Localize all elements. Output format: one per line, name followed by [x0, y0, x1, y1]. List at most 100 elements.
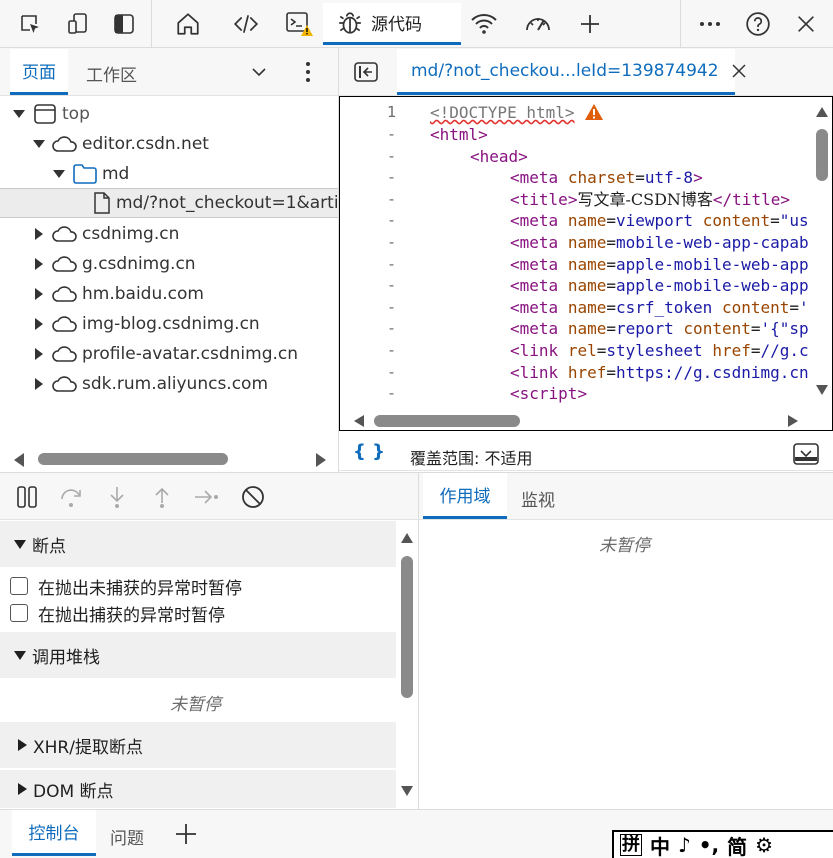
editor-horizontal-scrollbar[interactable] — [374, 415, 520, 427]
navigator-scrollbar[interactable] — [38, 453, 228, 465]
frame-icon — [32, 103, 58, 125]
ime-moon-icon[interactable]: ♪ — [678, 833, 691, 857]
collapse-arrow-icon[interactable] — [32, 257, 46, 271]
pause-uncaught-row[interactable]: 在抛出未捕获的异常时暂停 — [10, 574, 242, 599]
hscroll-right-arrow-icon[interactable] — [788, 415, 798, 427]
tree-item-md-folder[interactable]: md — [0, 159, 338, 189]
tree-item-g-csdnimg[interactable]: g.csdnimg.cn — [0, 249, 338, 279]
console-icon[interactable] — [284, 8, 316, 40]
collapse-arrow-icon[interactable] — [32, 377, 46, 391]
scroll-up-arrow-icon[interactable] — [816, 107, 828, 117]
code-line-13: <link href=https://g.csdnimg.cn — [510, 363, 809, 382]
collapse-arrow-icon[interactable] — [32, 347, 46, 361]
tree-item-top[interactable]: top — [0, 99, 338, 129]
sidebar-scroll-up-icon[interactable] — [401, 533, 413, 543]
close-devtools-icon[interactable] — [790, 8, 822, 40]
tab-scope[interactable]: 作用域 — [423, 473, 507, 519]
pause-icon[interactable] — [13, 483, 41, 511]
breakpoints-title: 断点 — [32, 536, 66, 557]
tree-item-img-blog[interactable]: img-blog.csdnimg.cn — [0, 309, 338, 339]
tab-sources[interactable]: 源代码 — [323, 3, 461, 45]
collapse-arrow-icon[interactable] — [32, 287, 46, 301]
help-icon[interactable] — [742, 8, 774, 40]
navigator-more-icon[interactable] — [298, 60, 318, 84]
cloud-icon — [52, 313, 78, 335]
performance-gauge-icon[interactable] — [522, 8, 554, 40]
device-emulation-icon[interactable] — [62, 8, 94, 40]
expand-arrow-icon[interactable] — [32, 137, 46, 151]
scroll-right-arrow-icon[interactable] — [316, 453, 326, 467]
add-drawer-tab-icon[interactable] — [174, 822, 198, 846]
tree-item-selected-file[interactable]: md/?not_checkout=1&artic — [0, 188, 338, 218]
step-out-icon[interactable] — [148, 483, 176, 511]
pretty-print-button[interactable]: { } — [353, 441, 385, 462]
more-options-icon[interactable] — [694, 8, 726, 40]
line-number: - — [386, 233, 396, 251]
line-number: - — [386, 125, 396, 143]
callstack-header[interactable]: 调用堆栈 — [0, 632, 396, 678]
step-icon[interactable] — [193, 483, 221, 511]
tab-console[interactable]: 控制台 — [12, 810, 96, 856]
close-tab-icon[interactable] — [731, 63, 747, 79]
breakpoints-header[interactable]: 断点 — [0, 521, 396, 567]
home-icon[interactable] — [172, 8, 204, 40]
ime-toolbar: 拼 中 ♪ •, 简 ⚙ — [612, 830, 833, 858]
pause-uncaught-checkbox[interactable] — [10, 577, 28, 595]
warning-icon[interactable] — [584, 103, 604, 121]
tree-item-label: hm.baidu.com — [82, 284, 204, 304]
elements-code-icon[interactable] — [230, 8, 262, 40]
network-wifi-icon[interactable] — [468, 8, 500, 40]
tree-item-editor-csdn[interactable]: editor.csdn.net — [0, 129, 338, 159]
xhr-breakpoints-header[interactable]: XHR/提取断点 — [0, 722, 396, 768]
editor-file-tab[interactable]: md/?not_checkou...leId=139874942 — [397, 49, 746, 95]
collapse-arrow-icon[interactable] — [32, 317, 46, 331]
line-number: - — [386, 190, 396, 208]
scroll-down-arrow-icon[interactable] — [816, 385, 828, 395]
pause-caught-row[interactable]: 在抛出捕获的异常时暂停 — [10, 601, 225, 626]
ime-pinyin[interactable]: 拼 — [620, 834, 642, 856]
drawer-toggle-icon[interactable] — [793, 443, 819, 465]
sidebar-divider[interactable] — [418, 472, 419, 809]
dock-side-icon[interactable] — [108, 8, 140, 40]
tree-item-sdk-rum[interactable]: sdk.rum.aliyuncs.com — [0, 369, 338, 399]
line-number: 1 — [386, 103, 396, 121]
ime-chinese-mode[interactable]: 中 — [650, 831, 670, 858]
chevron-down-icon[interactable] — [249, 62, 269, 82]
pause-caught-checkbox[interactable] — [10, 604, 28, 622]
cloud-icon — [52, 133, 78, 155]
dom-breakpoints-title: DOM 断点 — [33, 781, 114, 802]
tree-item-profile-avatar[interactable]: profile-avatar.csdnimg.cn — [0, 339, 338, 369]
code-line-5: <title>写文章-CSDN博客</title> — [510, 190, 790, 209]
line-number: - — [386, 384, 396, 402]
hscroll-left-arrow-icon[interactable] — [354, 415, 364, 427]
ime-settings-icon[interactable]: ⚙ — [755, 833, 773, 857]
scroll-left-arrow-icon[interactable] — [14, 453, 24, 467]
toggle-navigator-icon[interactable] — [354, 62, 378, 82]
ime-simplified[interactable]: 简 — [727, 831, 747, 858]
sidebar-scroll-down-icon[interactable] — [401, 786, 413, 796]
step-into-icon[interactable] — [103, 483, 131, 511]
expand-arrow-icon[interactable] — [52, 167, 66, 181]
bug-icon — [337, 10, 363, 36]
step-over-icon[interactable] — [58, 483, 86, 511]
tab-workspace[interactable]: 工作区 — [86, 61, 137, 86]
tab-watch[interactable]: 监视 — [521, 486, 555, 511]
tree-item-csdnimg[interactable]: csdnimg.cn — [0, 219, 338, 249]
tab-page[interactable]: 页面 — [10, 49, 68, 95]
tree-item-hm-baidu[interactable]: hm.baidu.com — [0, 279, 338, 309]
sidebar-scrollbar[interactable] — [401, 556, 413, 698]
code-line-12: <link rel=stylesheet href=//g.c — [510, 341, 809, 360]
collapse-arrow-icon[interactable] — [32, 227, 46, 241]
folder-icon — [72, 163, 98, 185]
debugger-toolbar — [0, 472, 418, 520]
code-editor[interactable]: 1 - - - - - - - - - - - - - <!DOCTYPE ht… — [339, 96, 833, 431]
dom-breakpoints-header[interactable]: DOM 断点 — [0, 770, 396, 808]
ime-punctuation[interactable]: •, — [699, 833, 719, 857]
deactivate-breakpoints-icon[interactable] — [239, 483, 267, 511]
inspect-element-icon[interactable] — [14, 8, 46, 40]
tab-issues[interactable]: 问题 — [110, 824, 144, 849]
editor-vertical-scrollbar[interactable] — [816, 129, 828, 181]
add-tool-icon[interactable] — [574, 8, 606, 40]
expand-arrow-icon[interactable] — [12, 107, 26, 121]
code-line-7: <meta name=mobile-web-app-capab — [510, 233, 809, 252]
